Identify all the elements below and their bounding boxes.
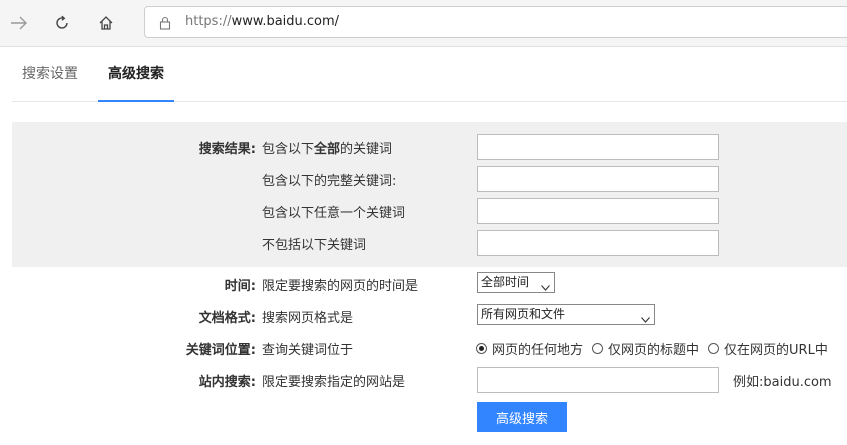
address-bar[interactable]: https://www.baidu.com/ xyxy=(144,6,847,38)
all-words-strong: 全部 xyxy=(314,142,341,157)
forward-button[interactable] xyxy=(5,9,33,37)
settings-tabs: 搜索设置 高级搜索 xyxy=(12,47,847,102)
url-protocol: https:// xyxy=(185,14,232,29)
any-words-label: 包含以下任意一个关键词 xyxy=(262,206,406,221)
time-label: 时间: xyxy=(224,279,256,294)
time-description: 限定要搜索的网页的时间是 xyxy=(262,279,419,294)
exclude-words-label: 不包括以下关键词 xyxy=(262,238,367,253)
radio-label: 仅网页的标题中 xyxy=(608,343,700,358)
home-button[interactable] xyxy=(92,9,120,37)
position-option-url[interactable]: 仅在网页的URL中 xyxy=(708,339,828,358)
site-input[interactable] xyxy=(477,367,719,393)
position-option-anywhere[interactable]: 网页的任何地方 xyxy=(476,339,583,358)
any-words-input[interactable] xyxy=(477,198,719,224)
exclude-words-input[interactable] xyxy=(477,230,719,256)
format-select-value: 所有网页和文件 xyxy=(481,307,566,321)
time-select[interactable]: 全部时间 xyxy=(477,272,555,293)
all-words-label: 包含以下全部的关键词 xyxy=(262,138,392,157)
keyword-section xyxy=(12,122,847,267)
all-words-prefix: 包含以下 xyxy=(262,142,315,157)
refresh-button[interactable] xyxy=(48,9,76,37)
radio-checked[interactable] xyxy=(476,343,487,354)
advanced-search-button[interactable]: 高级搜索 xyxy=(477,402,567,432)
format-label: 文档格式: xyxy=(198,311,256,326)
site-description: 限定要搜索指定的网站是 xyxy=(262,375,406,390)
tab-search-settings[interactable]: 搜索设置 xyxy=(22,47,78,100)
arrow-right-icon xyxy=(11,16,27,30)
radio-unchecked[interactable] xyxy=(708,343,720,354)
position-radio-group: 网页的任何地方 仅网页的标题中 仅在网页的URL中 xyxy=(476,339,828,358)
time-select-value: 全部时间 xyxy=(481,275,530,289)
format-description: 搜索网页格式是 xyxy=(262,311,354,326)
position-option-title[interactable]: 仅网页的标题中 xyxy=(592,339,699,358)
position-description: 查询关键词位于 xyxy=(262,343,354,358)
radio-label: 网页的任何地方 xyxy=(492,343,584,358)
url-host: www.baidu.com/ xyxy=(231,14,340,29)
refresh-icon xyxy=(56,15,68,29)
lock-icon xyxy=(159,16,171,34)
radio-label: 仅在网页的URL中 xyxy=(724,343,828,358)
browser-toolbar: https://www.baidu.com/ xyxy=(0,0,847,47)
url-text: https://www.baidu.com/ xyxy=(185,14,339,29)
tab-advanced-search[interactable]: 高级搜索 xyxy=(98,47,174,102)
all-words-suffix: 的关键词 xyxy=(340,142,393,157)
all-words-input[interactable] xyxy=(477,134,719,160)
exact-phrase-input[interactable] xyxy=(477,166,719,192)
chevron-down-icon xyxy=(641,310,650,329)
results-label: 搜索结果: xyxy=(198,142,256,157)
exact-phrase-label: 包含以下的完整关键词: xyxy=(262,174,397,189)
format-select[interactable]: 所有网页和文件 xyxy=(477,304,655,325)
site-example: 例如:baidu.com xyxy=(733,375,832,390)
home-icon xyxy=(99,16,113,30)
position-label: 关键词位置: xyxy=(185,343,256,358)
chevron-down-icon xyxy=(541,278,550,297)
site-label: 站内搜索: xyxy=(198,375,256,390)
radio-unchecked[interactable] xyxy=(592,343,604,354)
